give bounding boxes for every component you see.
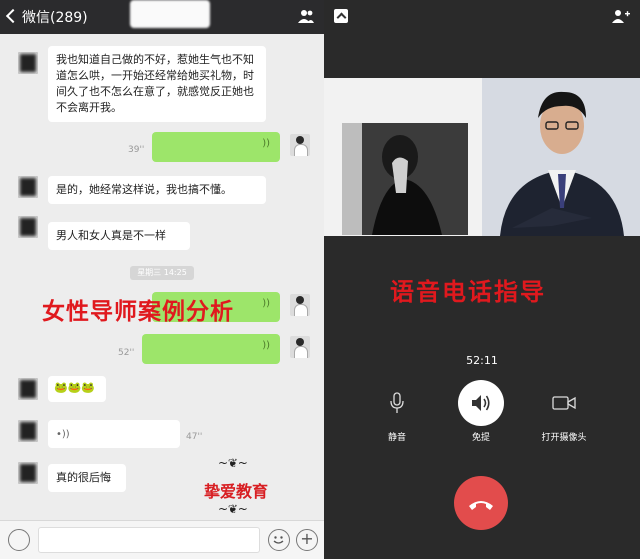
contact-avatar[interactable] bbox=[18, 462, 38, 484]
back-button[interactable]: 微信(289) bbox=[5, 7, 88, 27]
chat-header: 微信(289) bbox=[0, 0, 324, 34]
chevron-left-icon bbox=[5, 8, 21, 24]
decorative-swirl-bottom: ~ ❦ ~ bbox=[218, 502, 248, 516]
man-in-suit-icon bbox=[482, 78, 640, 236]
chat-pane: 微信(289) 我也知道自己做的不好，惹她生气也不知道怎么哄，一开始还经常给她买… bbox=[0, 0, 324, 559]
speaker-icon bbox=[472, 395, 490, 411]
message-bubble: 男人和女人真是不一样 bbox=[48, 222, 190, 250]
input-bar: + bbox=[0, 520, 324, 559]
voice-duration: 47'' bbox=[186, 432, 203, 442]
emoji-bubble: 🐸🐸🐸 bbox=[48, 376, 106, 402]
my-avatar[interactable] bbox=[290, 134, 310, 156]
voice-wave-icon: )) bbox=[262, 340, 270, 351]
redacted-contact-name bbox=[130, 0, 210, 28]
decorative-swirl-top: ~ ❦ ~ bbox=[218, 456, 248, 470]
hang-up-button[interactable] bbox=[454, 476, 508, 530]
contact-avatar[interactable] bbox=[18, 420, 38, 442]
participant-photo-woman bbox=[342, 123, 468, 235]
mute-label: 静音 bbox=[387, 433, 406, 443]
microphone-icon[interactable] bbox=[390, 392, 404, 414]
call-pane: 语音电话指导 52:11 静音 免提 打开摄像头 bbox=[324, 0, 640, 559]
participant-photo-man bbox=[482, 78, 640, 236]
camera-icon[interactable] bbox=[552, 395, 576, 411]
speaker-button[interactable] bbox=[458, 380, 504, 426]
my-avatar[interactable] bbox=[290, 336, 310, 358]
participants-photo-band bbox=[324, 78, 640, 236]
more-button[interactable]: + bbox=[296, 529, 318, 551]
voice-wave-icon: •)) bbox=[56, 429, 70, 440]
contact-avatar[interactable] bbox=[18, 378, 38, 400]
call-header bbox=[324, 0, 640, 34]
contact-avatar[interactable] bbox=[18, 216, 38, 238]
voice-duration: 52'' bbox=[118, 348, 135, 358]
speaker-label: 免提 bbox=[471, 433, 490, 443]
overlay-caption: 女性导师案例分析 bbox=[42, 299, 234, 325]
hang-up-icon bbox=[469, 501, 493, 510]
my-avatar[interactable] bbox=[290, 294, 310, 316]
voice-message-incoming[interactable]: •)) bbox=[48, 420, 180, 448]
message-bubble: 真的很后悔 bbox=[48, 464, 126, 492]
back-label: 微信(289) bbox=[22, 10, 88, 26]
camera-label: 打开摄像头 bbox=[541, 433, 587, 443]
message-bubble: 是的，她经常这样说，我也搞不懂。 bbox=[48, 176, 266, 204]
emoji-button[interactable] bbox=[268, 529, 290, 551]
voice-wave-icon: )) bbox=[262, 138, 270, 149]
contact-avatar[interactable] bbox=[18, 52, 38, 74]
voice-duration: 39'' bbox=[128, 145, 145, 155]
minimize-call-button[interactable] bbox=[334, 9, 348, 23]
brand-watermark: 挚爱教育 bbox=[204, 482, 269, 501]
voice-message[interactable]: )) bbox=[152, 132, 280, 162]
voice-message[interactable]: )) bbox=[142, 334, 280, 364]
timestamp-chip: 星期三 14:25 bbox=[130, 266, 194, 280]
plus-icon: + bbox=[300, 529, 314, 548]
message-input[interactable] bbox=[38, 527, 260, 553]
add-participant-icon[interactable] bbox=[612, 9, 630, 23]
contact-avatar[interactable] bbox=[18, 176, 38, 198]
voice-wave-icon: )) bbox=[262, 298, 270, 309]
call-timer: 52:11 bbox=[466, 354, 498, 367]
overlay-caption: 语音电话指导 bbox=[390, 278, 546, 306]
contact-info-icon[interactable] bbox=[298, 9, 314, 23]
smiley-icon bbox=[273, 536, 284, 544]
message-bubble: 我也知道自己做的不好，惹她生气也不知道怎么哄，一开始还经常给她买礼物，时间久了也… bbox=[48, 46, 266, 122]
woman-silhouette-icon bbox=[342, 123, 468, 235]
voice-input-button[interactable] bbox=[8, 529, 30, 551]
